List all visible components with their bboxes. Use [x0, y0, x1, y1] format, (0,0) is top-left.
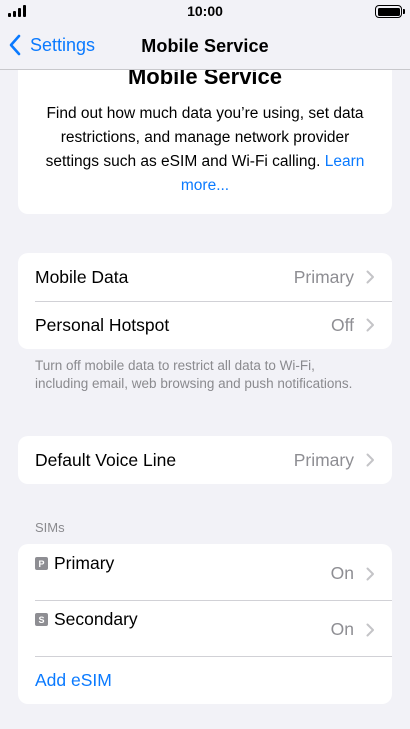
row-label: Mobile Data [35, 266, 129, 287]
sim-badge-icon: S [35, 613, 48, 626]
voice-settings-group: Default Voice Line Primary [18, 436, 392, 484]
chevron-right-icon [366, 270, 375, 284]
row-value: On [330, 563, 354, 583]
sim-name: Primary [54, 553, 115, 573]
sim-row-secondary[interactable]: S Secondary On [18, 600, 392, 656]
row-accessory: On [331, 619, 375, 640]
sim-badge-icon: P [35, 557, 48, 570]
status-time: 10:00 [187, 3, 223, 19]
row-value: Off [330, 314, 354, 335]
sims-section-header: SIMs [35, 520, 65, 535]
chevron-right-icon [366, 318, 375, 332]
default-voice-line-row[interactable]: Default Voice Line Primary [18, 436, 392, 484]
chevron-right-icon [366, 453, 375, 467]
navigation-bar: Settings Mobile Service [0, 24, 410, 70]
sims-group: P Primary On S Secondary On Add eSIM [18, 544, 392, 704]
row-label: Default Voice Line [35, 449, 177, 470]
hero-description: Find out how much data you’re using, set… [44, 102, 366, 198]
sim-row-primary[interactable]: P Primary On [18, 544, 392, 600]
chevron-right-icon [366, 623, 375, 637]
mobile-data-footnote: Turn off mobile data to restrict all dat… [35, 358, 353, 391]
row-value: Primary [293, 449, 354, 470]
chevron-right-icon [366, 567, 375, 581]
personal-hotspot-row[interactable]: Personal Hotspot Off [18, 301, 392, 349]
status-bar: 10:00 [0, 0, 410, 24]
page-title: Mobile Service [141, 36, 269, 56]
row-accessory: On [331, 563, 375, 584]
mobile-data-row[interactable]: Mobile Data Primary [18, 253, 392, 301]
add-esim-label: Add eSIM [35, 669, 112, 690]
row-label: P Primary [35, 553, 331, 574]
row-value: On [330, 619, 354, 639]
add-esim-button[interactable]: Add eSIM [18, 656, 392, 704]
row-value: Primary [293, 266, 354, 287]
data-settings-group: Mobile Data Primary Personal Hotspot Off [18, 253, 392, 349]
hero-description-text: Find out how much data you’re using, set… [45, 105, 364, 170]
battery-icon [375, 5, 405, 18]
row-label: Personal Hotspot [35, 314, 170, 335]
row-label: S Secondary [35, 609, 331, 630]
sim-name: Secondary [54, 609, 138, 629]
